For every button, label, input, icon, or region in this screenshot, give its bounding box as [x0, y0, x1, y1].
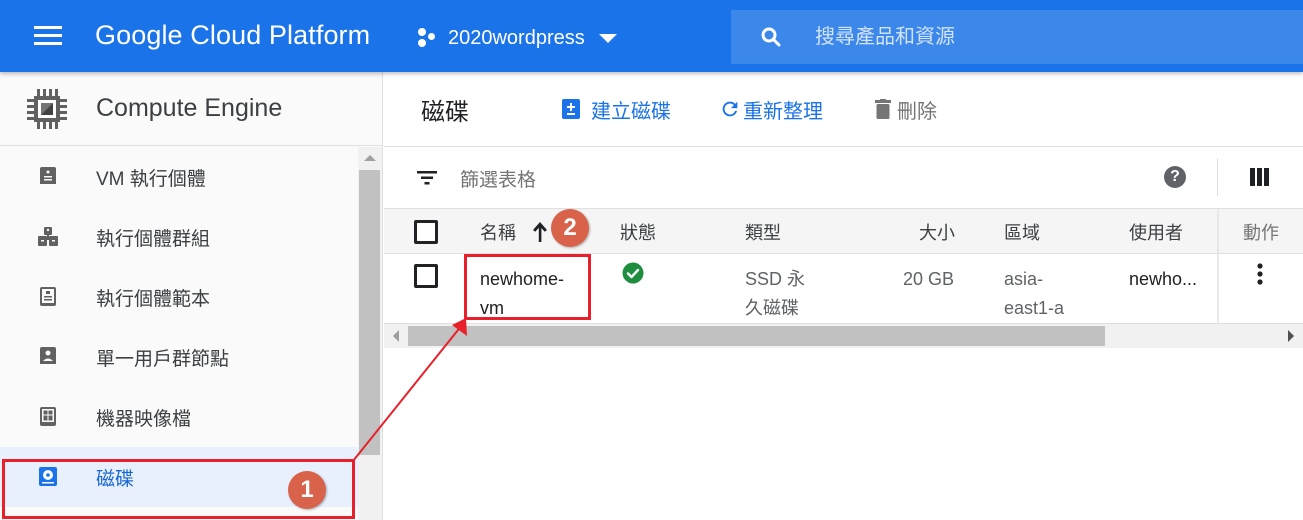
create-disk-label: 建立磁碟	[591, 100, 671, 123]
column-header-actions: 動作	[1243, 223, 1279, 243]
disk-name-link[interactable]: newhome- vm	[480, 265, 564, 323]
select-all-checkbox[interactable]	[414, 220, 438, 244]
delete-label: 刪除	[897, 100, 937, 123]
sole-tenant-icon	[37, 346, 59, 368]
scroll-right-arrow-icon[interactable]	[1288, 330, 1294, 342]
status-ok-icon	[622, 262, 644, 289]
disk-icon	[37, 466, 59, 488]
sidebar-item-vm-instances[interactable]: VM 執行個體	[0, 147, 358, 207]
disk-name-line2: vm	[480, 298, 504, 318]
disk-zone-line1: asia-	[1004, 269, 1044, 289]
sidebar-item-label: 磁碟	[96, 468, 135, 490]
table-header: 名稱 狀態 類型 大小 區域 使用者 動作	[384, 208, 1303, 254]
sidebar-item-label: VM 執行個體	[96, 168, 206, 190]
scroll-up-arrow-icon[interactable]	[364, 155, 376, 161]
top-app-bar: Google Cloud Platform 2020wordpress	[0, 0, 1303, 72]
filter-input[interactable]: 篩選表格	[460, 165, 536, 192]
column-header-status[interactable]: 狀態	[620, 219, 656, 248]
disk-zone: asia- east1-a	[1004, 265, 1064, 323]
refresh-button[interactable]: 重新整理	[719, 95, 823, 124]
column-header-type[interactable]: 類型	[745, 219, 781, 248]
instance-group-icon	[37, 226, 59, 248]
table-row[interactable]: newhome- vm SSD 永 久磁碟 20 GB asia- east1-…	[384, 254, 1303, 324]
menu-icon[interactable]	[34, 26, 62, 46]
instance-template-icon	[37, 286, 59, 308]
actions-column: 動作	[1217, 209, 1303, 253]
sidebar-title: Compute Engine	[96, 94, 283, 122]
sidebar-item-sole-tenant-nodes[interactable]: 單一用戶群節點	[0, 327, 358, 387]
sidebar-item-disks[interactable]: 磁碟	[0, 447, 358, 507]
add-box-icon	[562, 99, 580, 119]
project-selector[interactable]: 2020wordpress	[416, 24, 617, 52]
main-content: 磁碟 建立磁碟 重新整理 刪除 篩選表格 ? 名稱 狀態 類型 大小 區域 使用…	[384, 72, 1303, 520]
page-toolbar: 磁碟 建立磁碟 重新整理 刪除	[384, 72, 1303, 147]
sidebar-scrollbar[interactable]	[358, 147, 382, 520]
disk-type: SSD 永 久磁碟	[745, 265, 805, 323]
refresh-icon	[722, 101, 738, 117]
machine-image-icon	[37, 406, 59, 428]
sidebar-item-label: 執行個體群組	[96, 228, 211, 250]
column-display-options-icon[interactable]	[1250, 168, 1269, 186]
sidebar-item-label: 執行個體範本	[96, 288, 211, 310]
sidebar: Compute Engine VM 執行個體 執行個體群組 執行個體範本 單一用…	[0, 72, 383, 520]
sidebar-nav: VM 執行個體 執行個體群組 執行個體範本 單一用戶群節點 機器映像檔 磁碟	[0, 147, 358, 507]
scrollbar-thumb[interactable]	[408, 326, 1105, 346]
search-bar[interactable]	[731, 10, 1303, 64]
arrow-up-icon[interactable]	[532, 221, 548, 243]
compute-engine-chip-icon	[25, 87, 69, 131]
sidebar-item-machine-images[interactable]: 機器映像檔	[0, 387, 358, 447]
vm-instance-icon	[37, 166, 59, 188]
sidebar-header: Compute Engine	[0, 72, 382, 146]
disks-table: 名稱 狀態 類型 大小 區域 使用者 動作 newhome- vm SSD 永	[384, 208, 1303, 324]
column-header-size[interactable]: 大小	[919, 219, 955, 248]
actions-cell	[1217, 254, 1303, 323]
disk-name-line1: newhome-	[480, 269, 565, 289]
sidebar-item-label: 機器映像檔	[96, 408, 192, 430]
sidebar-item-label: 單一用戶群節點	[96, 348, 230, 370]
divider	[1217, 158, 1218, 196]
project-hex-icon	[416, 27, 438, 49]
disk-in-use-by-link[interactable]: newho...	[1129, 265, 1197, 294]
search-input[interactable]	[815, 25, 1275, 49]
filter-bar[interactable]: 篩選表格 ?	[384, 148, 1303, 208]
filter-list-icon	[417, 171, 437, 185]
page-title: 磁碟	[421, 98, 469, 126]
delete-button[interactable]: 刪除	[875, 95, 937, 124]
trash-icon	[875, 99, 891, 119]
disk-size: 20 GB	[903, 269, 955, 289]
more-vert-icon[interactable]	[1257, 262, 1263, 291]
disk-type-line2: 久磁碟	[745, 298, 799, 318]
table-horizontal-scrollbar[interactable]	[384, 324, 1303, 348]
chevron-down-icon	[598, 33, 617, 43]
sidebar-item-instance-templates[interactable]: 執行個體範本	[0, 267, 358, 327]
search-icon	[759, 25, 783, 49]
scrollbar-thumb[interactable]	[359, 170, 380, 455]
column-header-zone[interactable]: 區域	[1004, 219, 1040, 248]
create-disk-button[interactable]: 建立磁碟	[562, 95, 671, 124]
column-header-name[interactable]: 名稱	[480, 219, 516, 248]
disk-zone-line2: east1-a	[1004, 298, 1065, 318]
refresh-label: 重新整理	[743, 100, 823, 123]
row-checkbox[interactable]	[414, 264, 438, 288]
disk-type-line1: SSD 永	[745, 269, 806, 289]
scroll-left-arrow-icon[interactable]	[393, 330, 399, 342]
column-header-in-use-by[interactable]: 使用者	[1129, 219, 1183, 248]
help-icon[interactable]: ?	[1164, 166, 1186, 188]
brand-title[interactable]: Google Cloud Platform	[95, 20, 370, 51]
project-name: 2020wordpress	[448, 26, 585, 49]
sidebar-item-instance-groups[interactable]: 執行個體群組	[0, 207, 358, 267]
